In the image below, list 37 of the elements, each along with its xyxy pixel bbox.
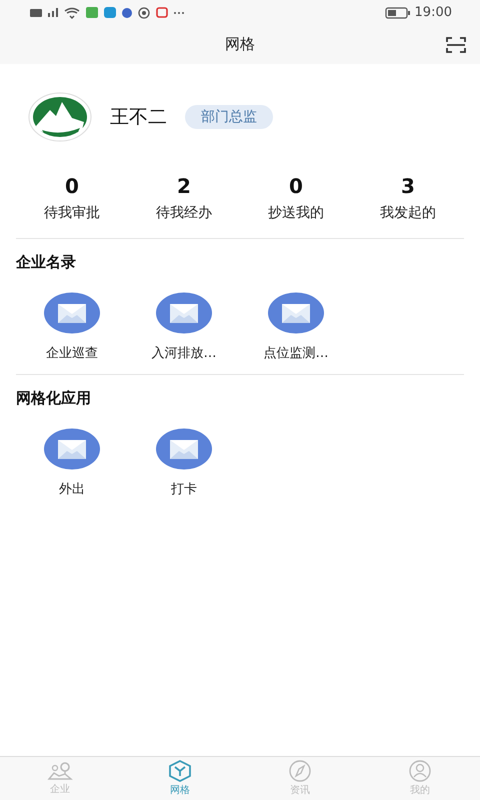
app-notification-icon xyxy=(104,7,116,18)
stat-label[interactable]: 我发起的 xyxy=(380,204,436,222)
app-notification-icon xyxy=(122,8,132,18)
stat-label[interactable]: 待我审批 xyxy=(44,204,100,222)
envelope-icon[interactable] xyxy=(43,292,101,334)
app-label[interactable]: 企业巡查 xyxy=(46,344,98,362)
cube-icon xyxy=(168,760,192,782)
app-label[interactable]: 点位监测… xyxy=(264,344,328,362)
app-notification-icon xyxy=(156,7,168,18)
status-time: 19:00 xyxy=(414,5,452,20)
compass-icon xyxy=(288,760,312,782)
scan-icon[interactable] xyxy=(446,36,466,54)
role-badge: 部门总监 xyxy=(185,105,273,129)
section-title: 企业名录 xyxy=(16,253,77,272)
logo-icon xyxy=(28,92,92,142)
envelope-icon[interactable] xyxy=(43,428,101,470)
app-label[interactable]: 外出 xyxy=(59,480,85,498)
envelope-icon[interactable] xyxy=(155,292,213,334)
signal-icon xyxy=(48,8,58,17)
envelope-icon[interactable] xyxy=(155,428,213,470)
stat-count[interactable]: 2 xyxy=(177,174,191,198)
battery-icon xyxy=(384,6,411,18)
section-title: 网格化应用 xyxy=(16,389,92,408)
envelope-icon[interactable] xyxy=(267,292,325,334)
app-notification-icon xyxy=(86,7,98,18)
stat-label[interactable]: 待我经办 xyxy=(156,204,212,222)
user-icon xyxy=(408,760,432,782)
wifi-icon xyxy=(64,6,80,18)
app-label[interactable]: 入河排放… xyxy=(152,344,216,362)
stat-label[interactable]: 抄送我的 xyxy=(268,204,324,222)
user-name: 王不二 xyxy=(110,105,167,130)
stat-count[interactable]: 0 xyxy=(65,174,79,198)
stat-count[interactable]: 0 xyxy=(289,174,303,198)
stat-count[interactable]: 3 xyxy=(401,174,415,198)
hd-icon xyxy=(30,8,42,16)
page-title: 网格 xyxy=(225,35,255,54)
app-label[interactable]: 打卡 xyxy=(171,480,197,498)
